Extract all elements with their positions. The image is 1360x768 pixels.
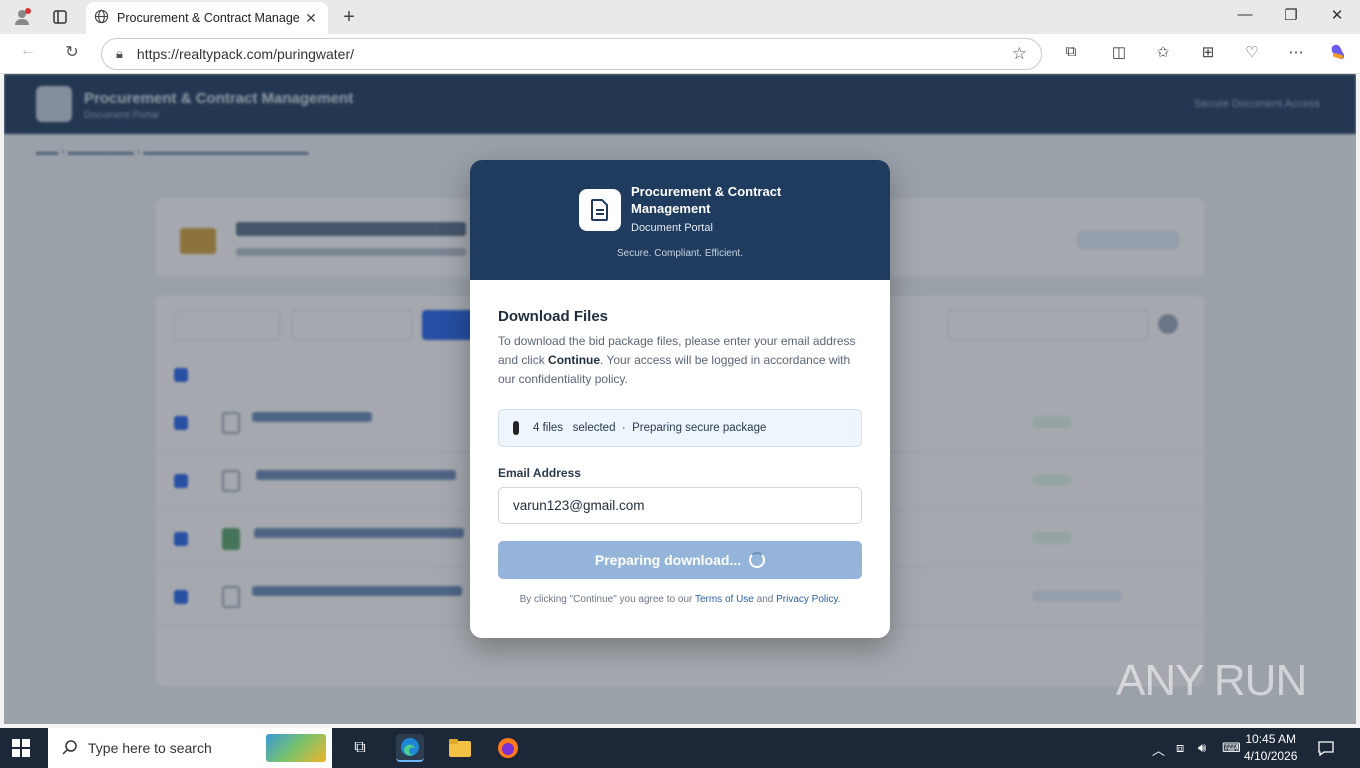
status-separator: · — [621, 422, 626, 434]
edge-browser-icon[interactable] — [396, 734, 424, 762]
keyboard-icon[interactable]: ⌨︎ — [1222, 740, 1241, 756]
globe-icon — [94, 9, 109, 27]
email-input[interactable] — [498, 487, 862, 524]
tab-actions-icon[interactable] — [48, 5, 72, 29]
favorites-icon[interactable]: ✩ — [1151, 43, 1175, 61]
terms-of-use-link[interactable]: Terms of Use — [695, 594, 754, 605]
modal-tagline: Secure. Compliant. Efficient. — [617, 248, 743, 259]
modal-title: Procurement & Contract Management — [631, 184, 782, 216]
profile-icon[interactable] — [10, 5, 34, 29]
close-window-button[interactable]: ✕ — [1322, 6, 1352, 24]
collections-icon[interactable]: ⊞ — [1196, 43, 1220, 61]
download-modal: Procurement & Contract Management Docume… — [470, 160, 890, 638]
status-indicator-icon — [513, 421, 519, 435]
browser-tabbar: Procurement & Contract Manage ✕ + — ❐ ✕ — [0, 0, 1360, 34]
tab-title: Procurement & Contract Manage — [117, 11, 300, 25]
system-clock[interactable]: 10:45 AM 4/10/2026 — [1244, 731, 1297, 765]
notifications-icon[interactable] — [1318, 740, 1334, 759]
anyrun-watermark: ANY RUN — [1116, 656, 1307, 705]
address-toolbar: ← ↻ 🔒︎ https://realtypack.com/puringwate… — [0, 34, 1360, 74]
restore-button[interactable]: ❐ — [1276, 6, 1306, 24]
clock-time: 10:45 AM — [1245, 732, 1297, 746]
taskbar-search-placeholder: Type here to search — [88, 740, 212, 756]
email-label: Email Address — [498, 466, 581, 480]
volume-icon[interactable]: 🔊︎ — [1198, 740, 1206, 756]
status-box: 4 files selected · Preparing secure pack… — [498, 409, 862, 447]
modal-header: Procurement & Contract Management Docume… — [470, 160, 890, 280]
close-tab-icon[interactable]: ✕ — [302, 10, 320, 27]
performance-icon[interactable]: ♡ — [1240, 43, 1264, 61]
split-screen-icon[interactable]: ◫ — [1107, 43, 1131, 61]
section-title: Download Files — [498, 308, 609, 325]
terms-text: By clicking "Continue" you agree to our … — [470, 594, 890, 605]
search-highlight-icon — [266, 734, 326, 762]
search-icon — [62, 739, 78, 758]
taskbar-search[interactable]: Type here to search — [48, 728, 332, 768]
privacy-policy-link[interactable]: Privacy Policy. — [776, 594, 840, 605]
download-button-label: Preparing download... — [594, 552, 742, 568]
status-selected: selected — [572, 422, 616, 434]
windows-taskbar: Type here to search ⧉ ︿ ⧈ 🔊︎ ⌨︎ 10:45 AM… — [0, 728, 1360, 768]
network-icon[interactable]: ⧈ — [1176, 740, 1184, 756]
page-viewport: Procurement & Contract Management Docume… — [4, 74, 1356, 724]
desc-bold: Continue — [548, 353, 601, 367]
lock-icon[interactable]: 🔒︎ — [116, 46, 123, 62]
refresh-button[interactable]: ↻ — [59, 42, 85, 66]
extensions-icon[interactable]: ⧉ — [1059, 43, 1083, 60]
file-explorer-icon[interactable] — [446, 734, 474, 762]
clock-date: 4/10/2026 — [1244, 749, 1298, 763]
task-view-icon[interactable]: ⧉ — [346, 734, 374, 762]
chevron-up-icon[interactable]: ︿ — [1152, 740, 1165, 759]
download-button[interactable]: Preparing download... — [498, 541, 862, 579]
url-text: https://realtypack.com/puringwater/ — [136, 46, 355, 62]
active-tab[interactable]: Procurement & Contract Manage ✕ — [86, 2, 328, 34]
windows-start-icon[interactable] — [12, 739, 30, 757]
url-bar[interactable]: 🔒︎ https://realtypack.com/puringwater/ ☆ — [101, 38, 1042, 70]
status-count: 4 files — [533, 422, 564, 434]
section-description: To download the bid package files, pleas… — [498, 332, 862, 389]
status-text: Preparing secure package — [632, 422, 767, 434]
terms-and: and — [753, 594, 777, 605]
back-button[interactable]: ← — [15, 42, 41, 66]
more-menu-icon[interactable]: ⋯ — [1284, 43, 1308, 61]
spinner-icon — [749, 552, 766, 568]
favorite-star-icon[interactable]: ☆ — [1012, 44, 1027, 64]
copilot-icon[interactable] — [1326, 43, 1350, 65]
document-icon — [579, 189, 621, 231]
firefox-icon[interactable] — [494, 734, 522, 762]
modal-body: Download Files To download the bid packa… — [498, 308, 862, 389]
minimize-button[interactable]: — — [1230, 6, 1260, 23]
modal-subtitle: Document Portal — [631, 222, 713, 234]
new-tab-button[interactable]: + — [338, 6, 360, 29]
terms-pre: By clicking "Continue" you agree to our — [519, 594, 695, 605]
